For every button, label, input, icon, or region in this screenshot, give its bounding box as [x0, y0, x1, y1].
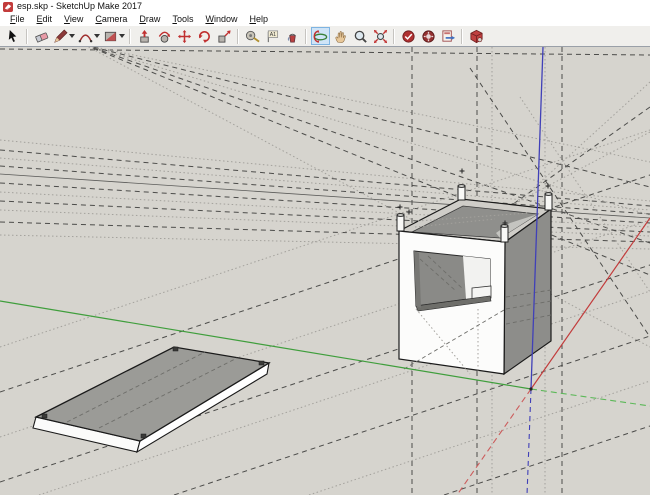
toolbar-separator [461, 29, 463, 44]
model-canvas[interactable] [0, 47, 650, 495]
orbit-tool-icon [313, 29, 328, 44]
zoom-tool-icon [353, 29, 368, 44]
text-tool-icon [265, 29, 280, 44]
shapes-tool-button[interactable] [102, 27, 126, 45]
zoomext-tool-icon [373, 29, 388, 44]
pan-tool-button[interactable] [331, 27, 350, 45]
menu-camera[interactable]: Camera [89, 13, 133, 26]
wh2-tool-button[interactable] [419, 27, 438, 45]
toolbar-separator [393, 29, 395, 44]
tape-tool-icon [245, 29, 260, 44]
box-model[interactable] [397, 169, 552, 375]
followme-tool-button[interactable] [155, 27, 174, 45]
select-tool-icon [6, 29, 21, 44]
menu-edit[interactable]: Edit [31, 13, 59, 26]
dropdown-arrow-icon[interactable] [94, 34, 100, 38]
menu-draw[interactable]: Draw [133, 13, 166, 26]
eraser-tool-icon [34, 29, 49, 44]
layout-tool-icon [441, 29, 456, 44]
move-tool-icon [177, 29, 192, 44]
paint-tool-button[interactable] [283, 27, 302, 45]
title-bar: esp.skp - SketchUp Make 2017 [0, 0, 650, 13]
cube-tool-icon [469, 29, 484, 44]
eraser-tool-button[interactable] [32, 27, 51, 45]
paint-tool-icon [285, 29, 300, 44]
menu-tools[interactable]: Tools [166, 13, 199, 26]
box-window-opening [414, 251, 491, 311]
layout-tool-button[interactable] [439, 27, 458, 45]
arc-tool-button[interactable] [77, 27, 101, 45]
select-tool-button[interactable] [4, 27, 23, 45]
rotate-tool-button[interactable] [195, 27, 214, 45]
menu-view[interactable]: View [58, 13, 89, 26]
green-axis-negative [531, 389, 650, 406]
menu-help[interactable]: Help [243, 13, 274, 26]
wh2-tool-icon [421, 29, 436, 44]
toolbar-separator [26, 29, 28, 44]
text-tool-button[interactable] [263, 27, 282, 45]
slab-model[interactable] [33, 347, 269, 452]
dropdown-arrow-icon[interactable] [119, 34, 125, 38]
dropdown-arrow-icon[interactable] [69, 34, 75, 38]
toolbar [0, 26, 650, 47]
menu-window[interactable]: Window [199, 13, 243, 26]
toolbar-separator [237, 29, 239, 44]
window-title: esp.skp - SketchUp Make 2017 [17, 0, 142, 13]
blue-axis-negative [527, 389, 531, 495]
zoomext-tool-button[interactable] [371, 27, 390, 45]
pushpull-tool-button[interactable] [135, 27, 154, 45]
wh1-tool-button[interactable] [399, 27, 418, 45]
menu-file[interactable]: File [4, 13, 31, 26]
line-tool-button[interactable] [52, 27, 76, 45]
followme-tool-icon [157, 29, 172, 44]
orbit-tool-button[interactable] [311, 27, 330, 45]
rotate-tool-icon [197, 29, 212, 44]
wh1-tool-icon [401, 29, 416, 44]
pan-tool-icon [333, 29, 348, 44]
cube-tool-button[interactable] [467, 27, 486, 45]
toolbar-separator [129, 29, 131, 44]
axes-origin [529, 387, 532, 390]
scale-tool-icon [217, 29, 232, 44]
scale-tool-button[interactable] [215, 27, 234, 45]
tape-tool-button[interactable] [243, 27, 262, 45]
zoom-tool-button[interactable] [351, 27, 370, 45]
line-tool-icon [53, 29, 68, 44]
pushpull-tool-icon [137, 29, 152, 44]
toolbar-separator [305, 29, 307, 44]
menu-bar: FileEditViewCameraDrawToolsWindowHelp [0, 13, 650, 26]
move-tool-button[interactable] [175, 27, 194, 45]
red-axis-negative [457, 389, 531, 495]
arc-tool-icon [78, 29, 93, 44]
sketchup-logo-icon [3, 2, 13, 12]
shapes-tool-icon [103, 29, 118, 44]
drawing-viewport[interactable] [0, 47, 650, 495]
sketchup-window: esp.skp - SketchUp Make 2017 FileEditVie… [0, 0, 650, 495]
